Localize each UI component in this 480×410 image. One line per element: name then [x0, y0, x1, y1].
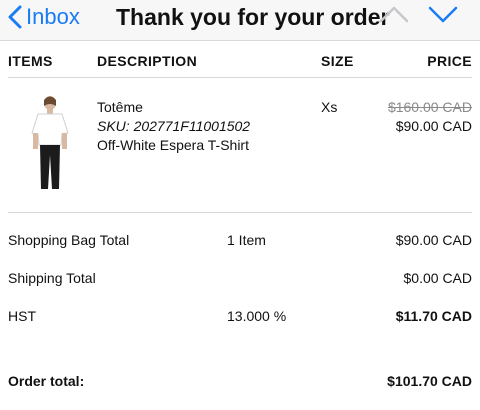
tax-rate: 13.000 % [227, 308, 287, 324]
page-title: Thank you for your order [116, 4, 390, 30]
item-divider [8, 212, 472, 213]
order-total-value: $101.70 CAD [387, 373, 472, 389]
product-sku: SKU: 202771F11001502 [97, 118, 251, 134]
shipping-total-value: $0.00 CAD [403, 270, 472, 286]
header-size: SIZE [321, 53, 354, 69]
chevron-down-icon[interactable] [428, 4, 458, 24]
product-name[interactable]: Off-White Espera T-Shirt [97, 137, 249, 153]
sale-price: $90.00 CAD [395, 118, 472, 134]
original-price: $160.00 CAD [387, 99, 472, 115]
product-image[interactable] [24, 93, 76, 193]
navigation-bar: Inbox Thank you for your order [0, 0, 480, 41]
order-total-label: Order total: [8, 373, 85, 389]
shipping-total-label: Shipping Total [8, 270, 96, 286]
chevron-left-icon [8, 5, 22, 29]
chevron-up-icon[interactable] [379, 4, 409, 24]
product-brand: Totême [97, 99, 143, 115]
tax-value: $11.70 CAD [395, 308, 472, 324]
header-price: PRICE [427, 53, 472, 69]
tax-label: HST [8, 308, 36, 324]
header-description: DESCRIPTION [97, 53, 198, 69]
back-to-inbox-button[interactable]: Inbox [8, 2, 80, 32]
bag-item-count: 1 Item [227, 232, 266, 248]
header-items: ITEMS [8, 53, 53, 69]
bag-total-value: $90.00 CAD [395, 232, 472, 248]
header-divider [8, 77, 472, 78]
back-label: Inbox [26, 4, 80, 29]
bag-total-label: Shopping Bag Total [8, 232, 130, 248]
